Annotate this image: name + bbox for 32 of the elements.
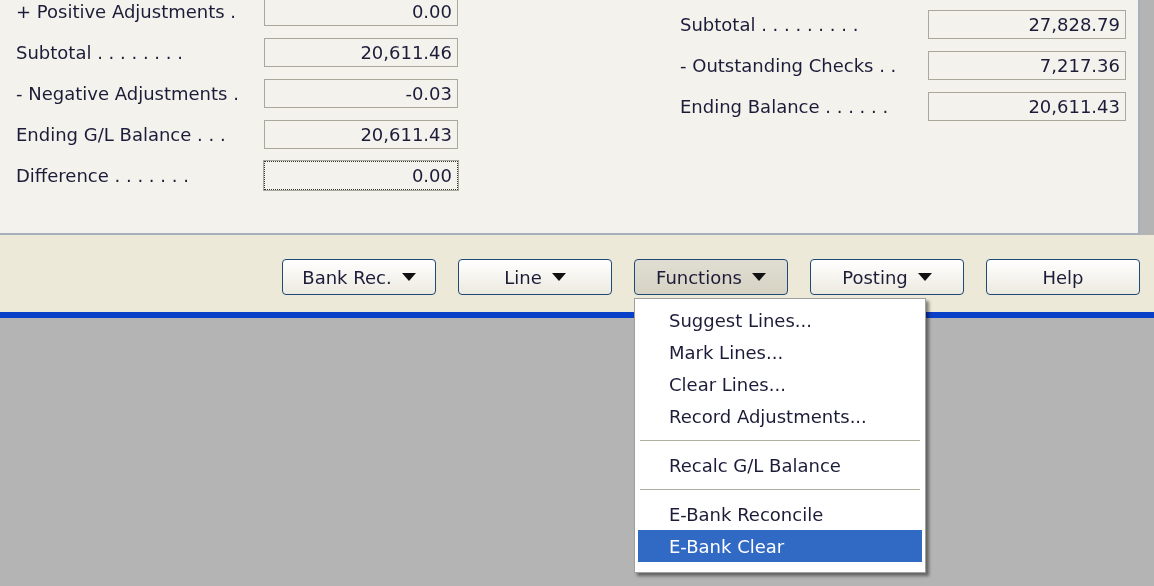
menu-item[interactable]: E-Bank Reconcile <box>638 498 922 530</box>
caret-icon <box>401 273 416 281</box>
help-button[interactable]: Help <box>986 259 1140 295</box>
menu-item[interactable]: Clear Lines... <box>638 368 922 400</box>
field-label: Subtotal . . . . . . . . <box>16 42 184 63</box>
field-label: + Positive Adjustments . <box>16 1 238 22</box>
field-label: - Outstanding Checks . . <box>680 55 898 76</box>
amount-field[interactable]: 20,611.46 <box>264 38 458 67</box>
menu-item[interactable]: Suggest Lines... <box>638 304 922 336</box>
field-label: Difference . . . . . . . <box>16 165 190 186</box>
caret-icon <box>917 273 932 281</box>
menu-item[interactable]: Record Adjustments... <box>638 400 922 432</box>
menu-button[interactable]: Functions <box>634 259 788 295</box>
amount-field[interactable]: 20,611.43 <box>928 92 1126 121</box>
field-label: Ending G/L Balance . . . <box>16 124 227 145</box>
amount-field[interactable]: -0.03 <box>264 79 458 108</box>
menu-button[interactable]: Bank Rec. <box>282 259 436 295</box>
caret-icon <box>551 273 566 281</box>
caret-icon <box>751 273 766 281</box>
amount-field[interactable]: 0.00 <box>264 161 458 190</box>
menu-item[interactable]: Recalc G/L Balance <box>638 449 922 481</box>
menu-item[interactable]: E-Bank Clear <box>638 530 922 562</box>
field-label: Ending Balance . . . . . . <box>680 96 890 117</box>
amount-field[interactable]: 20,611.43 <box>264 120 458 149</box>
field-label: - Negative Adjustments . <box>16 83 240 104</box>
menu-button[interactable]: Posting <box>810 259 964 295</box>
amount-field[interactable]: 0.00 <box>264 0 458 26</box>
menu-button[interactable]: Line <box>458 259 612 295</box>
field-label: Subtotal . . . . . . . . . <box>680 14 860 35</box>
menu-item[interactable]: Mark Lines... <box>638 336 922 368</box>
amount-field[interactable]: 27,828.79 <box>928 10 1126 39</box>
amount-field[interactable]: 7,217.36 <box>928 51 1126 80</box>
